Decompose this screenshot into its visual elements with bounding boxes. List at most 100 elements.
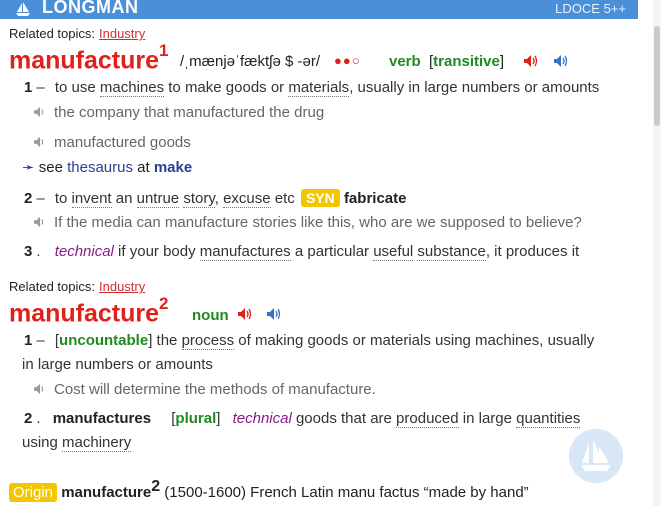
example-sentence: manufactured goods <box>32 134 191 151</box>
def-word[interactable]: process <box>181 332 235 350</box>
def-text: the <box>152 332 182 349</box>
def-word[interactable]: machines <box>99 79 165 97</box>
crossref-see-text: see <box>34 159 68 176</box>
example-sentence: If the media can manufacture stories lik… <box>32 214 582 231</box>
related-topic-link[interactable]: Industry <box>99 279 145 294</box>
app-header: LONGMAN LDOCE 5++ <box>0 0 638 19</box>
british-pronunciation-speaker-icon[interactable] <box>523 54 539 68</box>
sense-number: 3 <box>24 243 33 260</box>
def-word[interactable]: invent <box>71 190 112 208</box>
def-text: using <box>22 434 63 451</box>
american-pronunciation-speaker-icon[interactable] <box>266 307 282 321</box>
def-word[interactable]: excuse <box>223 190 271 208</box>
grammar-value: plural <box>175 410 217 427</box>
def-text: of making goods or materials using machi… <box>234 332 595 349</box>
etymology: Origin manufacture2 (1500-1600) French L… <box>9 478 529 502</box>
def-text: etc <box>270 190 299 207</box>
crossref-at-text: at <box>132 159 154 176</box>
vertical-scrollbar[interactable] <box>653 0 661 506</box>
sense-dash: – <box>36 190 45 207</box>
sense-number: 1 <box>24 332 33 349</box>
crossref-arrow-icon: ➛ <box>22 159 35 176</box>
sense-dot: . <box>36 243 41 260</box>
noun-sense-1-line2: in large numbers or amounts <box>22 353 213 377</box>
inflected-form: manufactures <box>52 410 152 427</box>
origin-headword: manufacture <box>61 484 152 501</box>
dictionary-content: LONGMAN LDOCE 5++ Related topics: Industr… <box>0 0 652 506</box>
def-word[interactable]: useful <box>373 243 414 261</box>
def-word[interactable]: produced <box>396 410 459 428</box>
headword-text: manufacture <box>9 299 160 328</box>
example-text: the company that manufactured the drug <box>54 104 325 121</box>
origin-text: (1500-1600) French Latin manu factus “ma… <box>160 484 529 501</box>
related-topics-label: Related topics: <box>9 26 95 41</box>
def-text: in large numbers or amounts <box>22 356 213 373</box>
def-word[interactable]: untrue <box>136 190 180 208</box>
def-word[interactable]: quantities <box>516 410 581 428</box>
related-topics: Related topics: Industry <box>9 26 145 41</box>
def-text: an <box>111 190 137 207</box>
example-speaker-icon[interactable] <box>32 106 48 118</box>
edition-label: LDOCE 5++ <box>555 1 626 16</box>
example-sentence: Cost will determine the methods of manuf… <box>32 381 376 398</box>
def-word[interactable]: machinery <box>62 434 132 452</box>
grammar-close-bracket: ] <box>216 410 221 427</box>
def-word[interactable]: story <box>183 190 215 208</box>
sense-1: 1– to use machines to make goods or mate… <box>24 76 599 100</box>
sense-number: 1 <box>24 79 33 96</box>
brand-name: LONGMAN <box>42 0 139 17</box>
sense-dash: – <box>36 79 45 96</box>
def-word[interactable]: manufactures <box>199 243 291 261</box>
synonym-word[interactable]: fabricate <box>344 190 407 207</box>
headword-text: manufacture <box>9 46 160 75</box>
def-text: , it produces it <box>485 243 580 260</box>
origin-badge: Origin <box>9 483 58 502</box>
sense-number: 2 <box>24 410 33 427</box>
def-word[interactable]: materials <box>288 79 350 97</box>
example-speaker-icon[interactable] <box>32 136 48 148</box>
grammar-close-bracket: ] <box>499 53 505 70</box>
ship-watermark-icon[interactable] <box>569 429 623 483</box>
def-text: in large <box>458 410 517 427</box>
sense-number: 2 <box>24 190 33 207</box>
part-of-speech: verb <box>389 53 421 70</box>
crossref-make-link[interactable]: make <box>154 159 192 176</box>
register-label: technical <box>232 410 292 427</box>
american-pronunciation-speaker-icon[interactable] <box>553 54 569 68</box>
def-text: to make goods or <box>164 79 289 96</box>
example-text: Cost will determine the methods of manuf… <box>54 381 376 398</box>
pronunciation: /ˌmænjəˈfæktʃə $ -ər/ <box>180 53 321 70</box>
noun-sense-1: 1– [uncountable] the process of making g… <box>24 329 634 353</box>
homograph-number: 1 <box>159 41 169 60</box>
headword-1: manufacture1 <box>9 41 169 75</box>
example-text: If the media can manufacture stories lik… <box>54 214 582 231</box>
def-text: to use <box>54 79 100 96</box>
related-topic-link[interactable]: Industry <box>99 26 145 41</box>
grammar-value: uncountable <box>59 332 149 349</box>
grammar-label: [transitive] <box>429 53 504 70</box>
scrollbar-thumb[interactable] <box>654 26 660 126</box>
def-text: to <box>54 190 72 207</box>
grammar-value: transitive <box>433 53 500 70</box>
origin-homograph-number: 2 <box>151 478 161 495</box>
example-speaker-icon[interactable] <box>32 216 48 228</box>
example-speaker-icon[interactable] <box>32 383 48 395</box>
british-pronunciation-speaker-icon[interactable] <box>237 307 253 321</box>
noun-sense-2-line2: using machinery <box>22 431 132 455</box>
sense-dot: . <box>36 410 41 427</box>
sense-dash: – <box>36 332 45 349</box>
register-label: technical <box>54 243 114 260</box>
def-text: , <box>214 190 224 207</box>
def-word[interactable]: substance <box>417 243 486 261</box>
thesaurus-link[interactable]: thesaurus <box>67 159 133 176</box>
def-text: , usually in large numbers or amounts <box>349 79 600 96</box>
example-sentence: the company that manufactured the drug <box>32 104 324 121</box>
sense-2: 2– to invent an untrue story, excuse etc… <box>24 186 406 211</box>
headword-2: manufacture2 <box>9 294 169 328</box>
frequency-marker: ●●○ <box>334 53 361 68</box>
longman-ship-logo-icon <box>16 2 30 16</box>
synonym-badge: SYN <box>300 189 340 207</box>
noun-sense-2: 2. manufactures [plural] technical goods… <box>24 407 581 431</box>
example-text: manufactured goods <box>54 134 191 151</box>
related-topics: Related topics: Industry <box>9 279 145 294</box>
